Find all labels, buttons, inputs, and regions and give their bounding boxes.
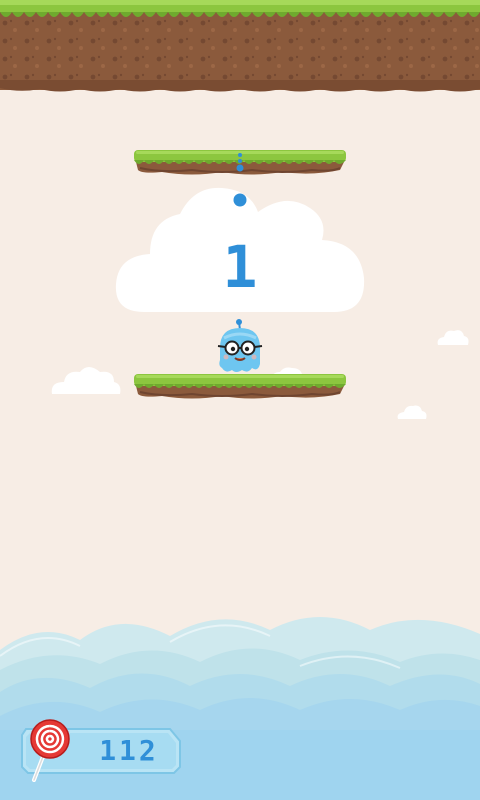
lollipop-icon bbox=[30, 719, 70, 782]
candy-count: 112 bbox=[99, 734, 159, 767]
background-cloud bbox=[437, 330, 469, 345]
water-drop bbox=[233, 193, 247, 207]
player-character[interactable] bbox=[214, 318, 266, 376]
grass-platform-bottom bbox=[134, 374, 346, 399]
score-display: 1 bbox=[222, 233, 258, 301]
water-drop bbox=[236, 153, 244, 172]
background-cloud bbox=[51, 367, 121, 394]
ceiling-ground bbox=[0, 0, 480, 92]
background-cloud bbox=[397, 405, 427, 419]
